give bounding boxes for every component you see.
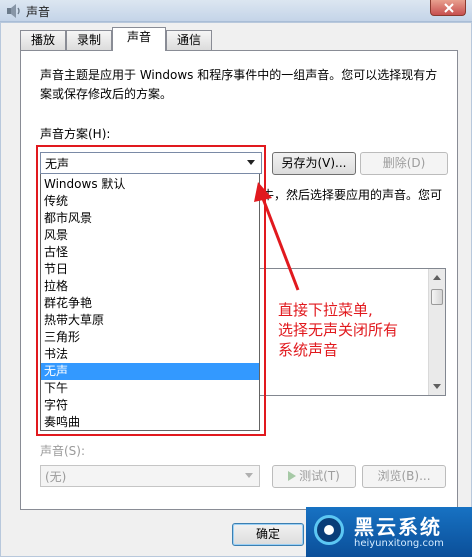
annotation-highlight-box: [36, 145, 266, 436]
tab-recording[interactable]: 录制: [66, 30, 112, 50]
test-button[interactable]: 测试(T): [272, 465, 356, 488]
speaker-icon: [7, 4, 20, 18]
tab-sounds[interactable]: 声音: [112, 27, 166, 51]
tab-playback[interactable]: 播放: [20, 30, 66, 50]
watermark-brand: 黑云系统: [354, 515, 442, 539]
delete-button[interactable]: 删除(D): [360, 152, 448, 175]
window-title: 声音: [26, 5, 51, 19]
description-line-2: 案或保存修改后的方案。: [40, 87, 173, 101]
program-events-text-fragment: 牛，然后选择要应用的声音。您可: [262, 188, 443, 202]
sound-value: (无): [45, 470, 67, 484]
annotation-line-3: 系统声音: [278, 341, 339, 359]
chevron-down-icon[interactable]: [245, 473, 253, 478]
annotation-line-2: 选择无声关闭所有: [278, 321, 399, 339]
tab-communications[interactable]: 通信: [166, 30, 212, 50]
play-icon: [288, 471, 297, 481]
scheme-label: 声音方案(H):: [40, 127, 111, 141]
description-line-1: 声音主题是应用于 Windows 和程序事件中的一组声音。您可以选择现有方: [40, 68, 438, 82]
brand-logo-icon: [314, 515, 344, 545]
sound-combobox[interactable]: (无): [40, 465, 260, 487]
save-as-button[interactable]: 另存为(V)...: [272, 152, 356, 175]
watermark-url: heiyunxitong.com: [354, 538, 444, 549]
scroll-down-icon[interactable]: [433, 384, 441, 389]
ok-button[interactable]: 确定: [232, 523, 304, 546]
annotation-line-1: 直接下拉菜单,: [278, 301, 373, 319]
sound-label: 声音(S):: [40, 444, 86, 458]
watermark-badge: 黑云系统 heiyunxitong.com: [306, 507, 472, 557]
browse-button[interactable]: 浏览(B)...: [362, 465, 446, 488]
annotation-text: 直接下拉菜单, 选择无声关闭所有 系统声音: [278, 300, 448, 360]
scroll-up-icon[interactable]: [433, 275, 441, 280]
test-button-label: 测试(T): [299, 469, 340, 483]
close-icon: [444, 3, 454, 13]
close-button[interactable]: [430, 0, 466, 16]
title-bar: 声音: [0, 0, 472, 22]
